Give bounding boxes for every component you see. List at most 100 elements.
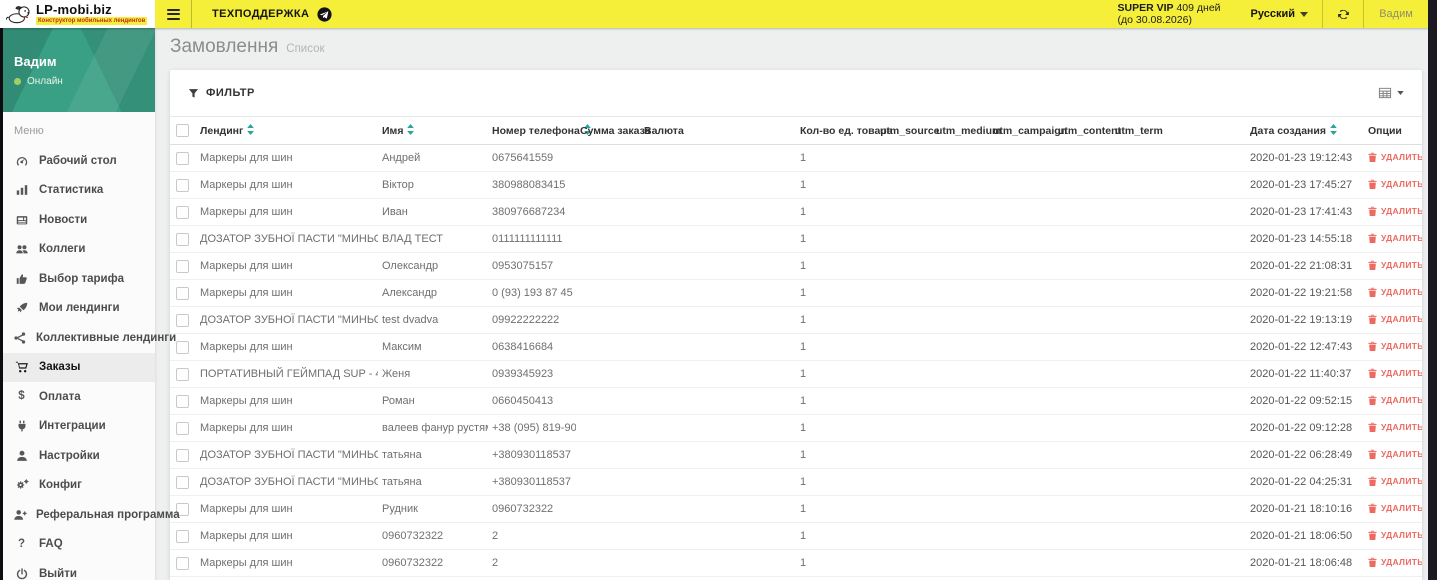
row-checkbox[interactable] bbox=[176, 367, 189, 381]
row-checkbox[interactable] bbox=[176, 232, 189, 246]
cell-qty: 1 bbox=[796, 441, 876, 469]
filter-button[interactable]: ФИЛЬТР bbox=[188, 87, 255, 99]
table-row: ДОЗАТОР ЗУБНОЇ ПАСТИ "МИНЬОН" татьяна +380… bbox=[170, 468, 1422, 496]
sidebar-item-integrations[interactable]: Интеграции bbox=[0, 412, 155, 442]
sidebar-item-settings[interactable]: Настройки bbox=[0, 441, 155, 471]
cell-utm_medium bbox=[932, 333, 989, 361]
row-checkbox[interactable] bbox=[176, 151, 189, 165]
column-header-landing[interactable]: Лендинг bbox=[196, 116, 378, 145]
row-checkbox[interactable] bbox=[176, 448, 189, 462]
cell-sum bbox=[576, 360, 640, 388]
cell-date: 2020-01-22 06:28:49 bbox=[1246, 441, 1364, 469]
cell-utm_content bbox=[1054, 360, 1111, 388]
delete-button[interactable]: УДАЛИТЬ bbox=[1368, 503, 1422, 513]
delete-button[interactable]: УДАЛИТЬ bbox=[1368, 476, 1422, 486]
delete-button[interactable]: УДАЛИТЬ bbox=[1368, 395, 1422, 405]
column-header-name[interactable]: Имя bbox=[378, 116, 488, 145]
cell-utm_source bbox=[876, 171, 932, 199]
cell-checkbox bbox=[170, 468, 196, 496]
brand-logo[interactable]: LP-mobi.biz Конструктор мобильных лендин… bbox=[0, 0, 155, 28]
delete-button[interactable]: УДАЛИТЬ bbox=[1368, 530, 1422, 540]
delete-button[interactable]: УДАЛИТЬ bbox=[1368, 368, 1422, 378]
row-checkbox[interactable] bbox=[176, 340, 189, 354]
cell-currency bbox=[640, 414, 796, 442]
cell-utm_medium bbox=[932, 549, 989, 577]
telegram-icon bbox=[317, 6, 332, 22]
topbar-username[interactable]: Вадим bbox=[1364, 0, 1428, 28]
delete-button[interactable]: УДАЛИТЬ bbox=[1368, 287, 1422, 297]
cell-options: УДАЛИТЬ bbox=[1364, 522, 1422, 550]
delete-button[interactable]: УДАЛИТЬ bbox=[1368, 206, 1422, 216]
delete-button[interactable]: УДАЛИТЬ bbox=[1368, 557, 1422, 567]
row-checkbox[interactable] bbox=[176, 529, 189, 543]
cell-checkbox bbox=[170, 387, 196, 415]
sidebar-item-config[interactable]: Конфиг bbox=[0, 471, 155, 501]
row-checkbox[interactable] bbox=[176, 394, 189, 408]
column-visibility-button[interactable] bbox=[1378, 86, 1404, 100]
cell-sum bbox=[576, 171, 640, 199]
delete-button[interactable]: УДАЛИТЬ bbox=[1368, 260, 1422, 270]
cell-checkbox bbox=[170, 576, 196, 580]
hamburger-icon[interactable] bbox=[155, 0, 191, 28]
cell-qty: 1 bbox=[796, 468, 876, 496]
sidebar-item-faq[interactable]: ? FAQ bbox=[0, 530, 155, 560]
cell-name: Рудник bbox=[378, 495, 488, 523]
delete-button[interactable]: УДАЛИТЬ bbox=[1368, 179, 1422, 189]
column-header-date[interactable]: Дата создания bbox=[1246, 116, 1364, 145]
cell-qty: 1 bbox=[796, 522, 876, 550]
row-checkbox[interactable] bbox=[176, 205, 189, 219]
breadcrumb: Замовлення Список bbox=[170, 36, 1422, 60]
cell-sum bbox=[576, 333, 640, 361]
row-checkbox[interactable] bbox=[176, 421, 189, 435]
row-checkbox[interactable] bbox=[176, 178, 189, 192]
scrollbar[interactable] bbox=[1428, 0, 1437, 580]
sidebar-item-referral[interactable]: Реферальная программа bbox=[0, 500, 180, 530]
sidebar-item-logout[interactable]: Выйти bbox=[0, 559, 155, 580]
select-all-checkbox[interactable] bbox=[176, 124, 189, 137]
cell-utm_medium bbox=[932, 252, 989, 280]
refresh-button[interactable] bbox=[1323, 0, 1363, 28]
row-checkbox[interactable] bbox=[176, 259, 189, 273]
delete-button[interactable]: УДАЛИТЬ bbox=[1368, 233, 1422, 243]
row-checkbox[interactable] bbox=[176, 286, 189, 300]
cell-currency bbox=[640, 333, 796, 361]
sidebar-item-colleagues[interactable]: Коллеги bbox=[0, 235, 155, 265]
delete-button[interactable]: УДАЛИТЬ bbox=[1368, 449, 1422, 459]
sidebar-item-collective-landings[interactable]: Коллективные лендинги bbox=[0, 323, 176, 353]
cell-utm_source bbox=[876, 198, 932, 226]
delete-button[interactable]: УДАЛИТЬ bbox=[1368, 422, 1422, 432]
row-checkbox[interactable] bbox=[176, 313, 189, 327]
cell-sum bbox=[576, 549, 640, 577]
delete-button[interactable]: УДАЛИТЬ bbox=[1368, 152, 1422, 162]
cell-utm_medium bbox=[932, 495, 989, 523]
cell-name: Андрей bbox=[378, 144, 488, 172]
language-selector[interactable]: Русский bbox=[1237, 0, 1322, 28]
support-link[interactable]: ТЕХПОДДЕРЖКА bbox=[192, 0, 352, 28]
row-checkbox[interactable] bbox=[176, 556, 189, 570]
menu-section-label: Меню bbox=[14, 125, 44, 137]
orders-table: Лендинг Имя Номер телефона Сумма заказа Валю… bbox=[170, 116, 1422, 580]
sidebar-item-payment[interactable]: $ Оплата bbox=[0, 382, 155, 412]
cell-phone: 0674653898 bbox=[488, 576, 576, 580]
sidebar-item-desktop[interactable]: Рабочий стол bbox=[0, 146, 155, 176]
delete-button[interactable]: УДАЛИТЬ bbox=[1368, 341, 1422, 351]
sidebar-item-orders[interactable]: Заказы bbox=[0, 352, 155, 382]
row-checkbox[interactable] bbox=[176, 475, 189, 489]
cell-name: ВЛАД ТЕСТ bbox=[378, 225, 488, 253]
sidebar-item-statistics[interactable]: Статистика bbox=[0, 176, 155, 206]
table-row: ДОЗАТОР ЗУБНОЇ ПАСТИ "МИНЬОН" ВЛАД ТЕСТ 01… bbox=[170, 225, 1422, 253]
cell-name: Роман bbox=[378, 387, 488, 415]
cell-utm_source bbox=[876, 333, 932, 361]
sort-arrows-icon bbox=[407, 124, 415, 135]
sidebar-item-my-landings[interactable]: Мои лендинги bbox=[0, 294, 155, 324]
delete-button[interactable]: УДАЛИТЬ bbox=[1368, 314, 1422, 324]
sidebar-item-tariff[interactable]: Выбор тарифа bbox=[0, 264, 155, 294]
cell-landing: Маркеры для шин bbox=[196, 333, 378, 361]
column-header-phone[interactable]: Номер телефона bbox=[488, 116, 591, 145]
table-row: Маркеры для шин Андрей 0675641559 1 2020-01-… bbox=[170, 144, 1422, 172]
cell-phone: 0939345923 bbox=[488, 360, 576, 388]
cell-checkbox bbox=[170, 441, 196, 469]
cell-landing: Маркеры для шин bbox=[196, 495, 378, 523]
table-row: Маркеры для шин 0960732322 2 1 2020-01-21 18… bbox=[170, 549, 1422, 577]
sidebar-item-news[interactable]: Новости bbox=[0, 205, 155, 235]
